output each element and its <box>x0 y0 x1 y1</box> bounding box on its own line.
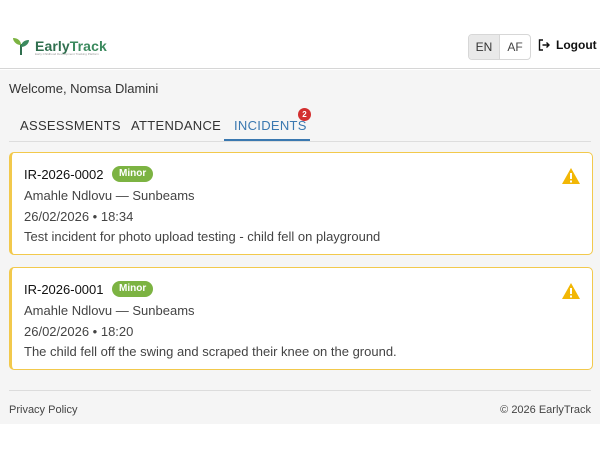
active-tab-indicator <box>224 139 310 141</box>
language-switcher: EN AF <box>468 34 531 60</box>
incident-id: IR-2026-0001 <box>24 282 104 297</box>
incident-datetime: 26/02/2026 • 18:34 <box>24 209 134 224</box>
warning-icon <box>562 283 580 299</box>
logout-label: Logout <box>556 38 597 52</box>
incidents-count-badge: 2 <box>298 108 311 121</box>
lang-af-button[interactable]: AF <box>500 35 530 59</box>
tab-bar: ASSESSMENTS ATTENDANCE INCIDENTS 2 <box>9 108 591 142</box>
welcome-message: Welcome, Nomsa Dlamini <box>9 81 159 96</box>
incident-description: Test incident for photo upload testing -… <box>24 229 381 244</box>
app-logo[interactable]: EarlyTrack Early Childhood Development T… <box>10 35 107 57</box>
main-content: Welcome, Nomsa Dlamini ASSESSMENTS ATTEN… <box>0 70 600 424</box>
tab-assessments[interactable]: ASSESSMENTS <box>20 118 121 133</box>
lang-en-button[interactable]: EN <box>469 35 500 59</box>
tab-attendance[interactable]: ATTENDANCE <box>131 118 221 133</box>
copyright-text: © 2026 EarlyTrack <box>500 404 591 416</box>
severity-badge: Minor <box>112 166 154 182</box>
incident-description: The child fell off the swing and scraped… <box>24 344 397 359</box>
logout-button[interactable]: Logout <box>538 38 597 52</box>
incident-child: Amahle Ndlovu — Sunbeams <box>24 188 195 203</box>
incident-id: IR-2026-0002 <box>24 167 104 182</box>
sprout-icon <box>13 38 29 56</box>
incident-child: Amahle Ndlovu — Sunbeams <box>24 303 195 318</box>
incident-card[interactable]: IR-2026-0002 Minor Amahle Ndlovu — Sunbe… <box>9 152 593 255</box>
logout-icon <box>538 39 550 51</box>
logo-tagline: Early Childhood Development Tracking Pla… <box>35 52 99 56</box>
privacy-policy-link[interactable]: Privacy Policy <box>9 404 77 416</box>
footer-divider <box>9 390 591 391</box>
app-header: EarlyTrack Early Childhood Development T… <box>0 0 600 69</box>
warning-icon <box>562 168 580 184</box>
incident-datetime: 26/02/2026 • 18:20 <box>24 324 134 339</box>
logo-text: EarlyTrack <box>35 38 107 54</box>
incident-card[interactable]: IR-2026-0001 Minor Amahle Ndlovu — Sunbe… <box>9 267 593 370</box>
severity-badge: Minor <box>112 281 154 297</box>
tab-incidents[interactable]: INCIDENTS <box>234 118 307 133</box>
